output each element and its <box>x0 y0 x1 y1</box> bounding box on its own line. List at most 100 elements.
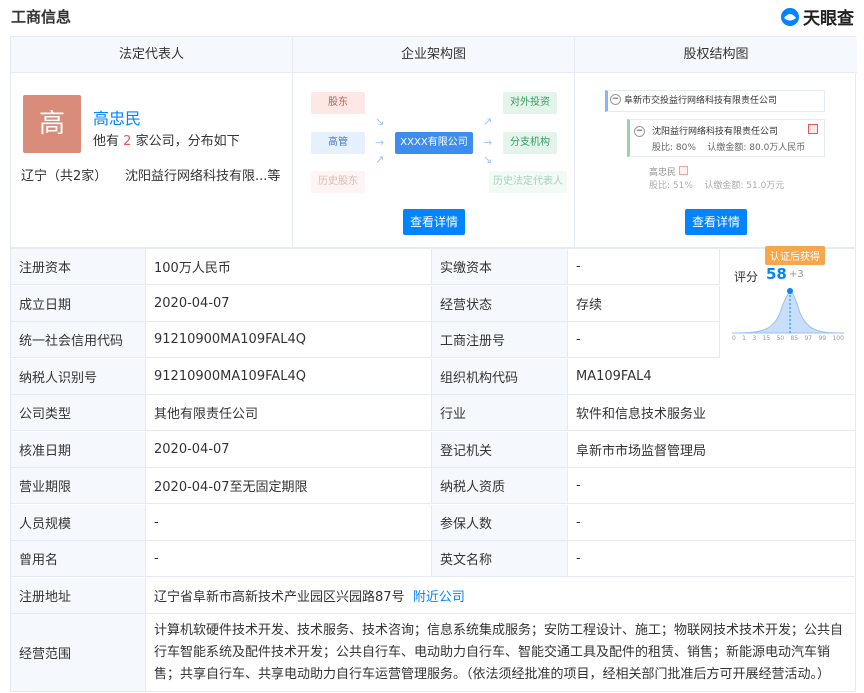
field-label: 统一社会信用代码 <box>10 322 146 358</box>
field-value: - <box>568 249 720 285</box>
score-tick-label: 99 <box>818 335 827 342</box>
score-tick-label: 97 <box>804 335 813 342</box>
field-value: - <box>146 541 432 577</box>
summary-prefix: 他有 <box>93 134 120 149</box>
table-row: 核准日期 2020-04-07 登记机关 阜新市市场监督管理局 <box>10 431 856 468</box>
scope-row: 经营范围 计算机软硬件技术开发、技术服务、技术咨询；信息系统集成服务；安防工程设… <box>10 614 856 692</box>
header: 工商信息 天眼查 <box>0 0 864 34</box>
field-label: 工商注册号 <box>432 322 568 358</box>
field-value: 软件和信息技术服务业 <box>568 395 856 431</box>
legal-rep-heading: 法定代表人 <box>11 37 292 73</box>
org-chart-card: 企业架构图 股东 高管 历史股东 ↘ → ↗ XXXX有限公司 ↗ → ↘ 对外… <box>293 37 575 247</box>
score-tick-label: 1 <box>742 335 746 342</box>
arrow-icon: ↗ <box>375 153 385 166</box>
org-investment: 对外投资 <box>503 92 557 114</box>
equity-person-name: 高忠民 <box>649 168 677 178</box>
field-label: 经营状态 <box>432 285 568 322</box>
score-tick-label: 15 <box>762 335 771 342</box>
org-view-details-button[interactable]: 查看详情 <box>403 209 465 235</box>
arrow-icon: → <box>483 136 493 149</box>
address-label: 注册地址 <box>10 578 146 614</box>
field-label: 实缴资本 <box>432 249 568 285</box>
org-branch: 分支机构 <box>503 132 557 154</box>
legal-rep-card: 法定代表人 高 高忠民 他有 2 家公司，分布如下 辽宁（共2家） 沈阳益行网络… <box>11 37 293 247</box>
scope-value: 计算机软硬件技术开发、技术服务、技术咨询；信息系统集成服务；安防工程设计、施工；… <box>154 622 844 682</box>
table-row: 公司类型 其他有限责任公司 行业 软件和信息技术服务业 <box>10 395 856 431</box>
score-tick-label: 0 <box>732 335 736 342</box>
org-history-shareholder: 历史股东 <box>311 171 365 193</box>
field-value: - <box>146 504 432 541</box>
scope-value-cell: 计算机软硬件技术开发、技术服务、技术咨询；信息系统集成服务；安防工程设计、施工；… <box>146 614 856 692</box>
equity-person-ratio: 股比: 51% <box>649 181 693 191</box>
field-value: 91210900MA109FAL4Q <box>146 322 432 358</box>
arrow-icon: ↘ <box>483 153 493 166</box>
tianyancha-logo[interactable]: 天眼查 <box>780 4 854 29</box>
org-manager: 高管 <box>311 132 365 154</box>
field-label: 英文名称 <box>432 541 568 577</box>
field-value: 其他有限责任公司 <box>146 395 432 431</box>
region-label: 辽宁（共2家） <box>21 169 108 184</box>
field-label: 公司类型 <box>10 395 146 431</box>
score-plus: +3 <box>789 269 804 280</box>
address-row: 注册地址 辽宁省阜新市高新技术产业园区兴园路87号 附近公司 <box>10 578 856 614</box>
equity-chart-card: 股权结构图 − 阜新市交投益行网络科技有限责任公司 − 沈阳益行网络科技有限责任… <box>575 37 857 247</box>
field-value: 2020-04-07至无固定期限 <box>146 468 432 504</box>
field-value: MA109FAL4 <box>568 358 856 395</box>
equity-top-company[interactable]: − 阜新市交投益行网络科技有限责任公司 <box>605 90 825 112</box>
address-value: 辽宁省阜新市高新技术产业园区兴园路87号 附近公司 <box>146 578 856 614</box>
table-row: 曾用名 - 英文名称 - <box>10 541 856 577</box>
score-distribution-chart <box>732 288 844 334</box>
avatar[interactable]: 高 <box>23 95 81 153</box>
collapse-icon[interactable]: − <box>634 126 645 137</box>
field-label: 参保人数 <box>432 504 568 541</box>
field-value: 100万人民币 <box>146 249 432 285</box>
equity-view-details-button[interactable]: 查看详情 <box>685 209 747 235</box>
equity-child-ratio: 股比: 80% <box>652 143 696 153</box>
field-label: 核准日期 <box>10 431 146 468</box>
equity-person-amount: 认缴金额: 51.0万元 <box>704 181 785 191</box>
company-count: 2 <box>123 134 132 149</box>
legal-rep-summary: 他有 2 家公司，分布如下 <box>93 130 240 149</box>
related-company[interactable]: 沈阳益行网络科技有限...等 <box>125 165 287 184</box>
table-row: 人员规模 - 参保人数 - <box>10 504 856 541</box>
score-tick-label: 3 <box>752 335 757 342</box>
collapse-icon[interactable]: − <box>610 94 621 105</box>
score-ticks: 0 1 3 15 50 85 97 99 100 <box>732 335 844 342</box>
logo-icon <box>781 7 799 26</box>
arrow-icon: ↗ <box>483 115 493 128</box>
table-row: 营业期限 2020-04-07至无固定期限 纳税人资质 - <box>10 468 856 504</box>
field-value: 2020-04-07 <box>146 431 432 468</box>
logo-text: 天眼查 <box>803 9 854 29</box>
equity-top-name: 阜新市交投益行网络科技有限责任公司 <box>624 96 778 106</box>
equity-heading: 股权结构图 <box>575 37 857 73</box>
org-chart-heading: 企业架构图 <box>293 37 574 73</box>
score-tick-label: 100 <box>832 335 844 342</box>
score-tick-label: 85 <box>790 335 799 342</box>
field-value: 2020-04-07 <box>146 285 432 322</box>
field-value: - <box>568 468 856 504</box>
risk-icon <box>808 124 818 134</box>
equity-child-amount: 认缴金额: 80.0万人民币 <box>707 143 806 153</box>
field-label: 人员规模 <box>10 504 146 541</box>
summary-suffix: 家公司，分布如下 <box>135 134 240 149</box>
score-widget[interactable]: 认证后获得 评分 58 +3 0 1 3 15 50 85 97 99 100 <box>720 246 855 357</box>
field-value: 阜新市市场监督管理局 <box>568 431 856 468</box>
equity-child-company[interactable]: − 沈阳益行网络科技有限责任公司 股比: 80% 认缴金额: 80.0万人民币 <box>627 119 825 157</box>
field-label: 纳税人资质 <box>432 468 568 504</box>
field-label: 组织机构代码 <box>432 358 568 395</box>
nearby-companies-link[interactable]: 附近公司 <box>413 586 465 605</box>
field-value: 91210900MA109FAL4Q <box>146 358 432 395</box>
arrow-icon: → <box>375 136 385 149</box>
field-label: 曾用名 <box>10 541 146 577</box>
risk-icon <box>678 166 688 175</box>
equity-person[interactable]: 高忠民 股比: 51% 认缴金额: 51.0万元 <box>627 163 825 191</box>
field-label: 登记机关 <box>432 431 568 468</box>
section-title: 工商信息 <box>11 8 72 26</box>
field-value: - <box>568 541 856 577</box>
org-center-company: XXXX有限公司 <box>395 132 473 154</box>
score-tick-label: 50 <box>776 335 785 342</box>
score-badge: 认证后获得 <box>765 246 825 265</box>
table-row: 纳税人识别号 91210900MA109FAL4Q 组织机构代码 MA109FAL4 <box>10 358 856 395</box>
legal-rep-name[interactable]: 高忠民 <box>93 105 141 129</box>
field-value: - <box>568 504 856 541</box>
